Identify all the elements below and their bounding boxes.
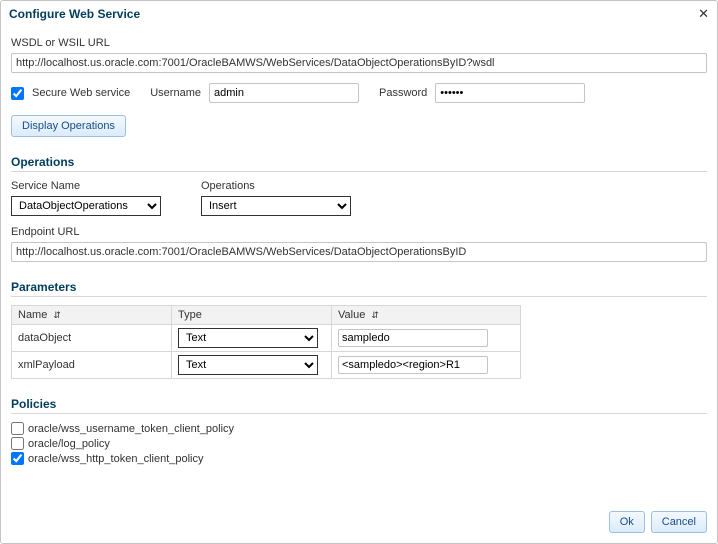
table-row: dataObject Text xyxy=(12,325,521,352)
policy-checkbox[interactable] xyxy=(11,452,24,465)
operations-select[interactable]: Insert xyxy=(201,196,351,216)
secure-row: Secure Web service Username Password xyxy=(11,83,707,103)
policy-label: oracle/log_policy xyxy=(28,438,110,450)
username-input[interactable] xyxy=(209,83,359,103)
wsdl-url-label: WSDL or WSIL URL xyxy=(11,37,707,49)
password-label: Password xyxy=(379,87,427,99)
endpoint-url-input[interactable] xyxy=(11,242,707,262)
dialog-body: WSDL or WSIL URL Secure Web service User… xyxy=(1,25,717,505)
sort-icon[interactable]: ⇵ xyxy=(53,310,61,321)
param-value-input[interactable] xyxy=(338,329,488,347)
display-operations-button[interactable]: Display Operations xyxy=(11,115,126,137)
policy-checkbox[interactable] xyxy=(11,437,24,450)
close-icon[interactable]: ✕ xyxy=(698,6,709,22)
policy-item: oracle/wss_http_token_client_policy xyxy=(11,452,707,465)
parameters-heading: Parameters xyxy=(11,280,707,294)
operations-heading: Operations xyxy=(11,155,707,169)
param-name-cell: dataObject xyxy=(12,325,172,352)
operations-label: Operations xyxy=(201,180,351,192)
policies-heading: Policies xyxy=(11,397,707,411)
col-name[interactable]: Name ⇵ xyxy=(12,306,172,325)
dialog-title: Configure Web Service xyxy=(9,7,140,21)
operations-selectors: Service Name DataObjectOperations Operat… xyxy=(11,180,707,216)
service-name-label: Service Name xyxy=(11,180,161,192)
dialog-footer: Ok Cancel xyxy=(1,505,717,543)
ok-button[interactable]: Ok xyxy=(609,511,645,533)
param-name-cell: xmlPayload xyxy=(12,352,172,379)
endpoint-url-label: Endpoint URL xyxy=(11,226,707,238)
policy-item: oracle/wss_username_token_client_policy xyxy=(11,422,707,435)
parameters-table: Name ⇵ Type Value ⇵ dataObject xyxy=(11,305,521,379)
cancel-button[interactable]: Cancel xyxy=(651,511,707,533)
param-type-select[interactable]: Text xyxy=(178,328,318,348)
policy-label: oracle/wss_username_token_client_policy xyxy=(28,423,234,435)
policy-label: oracle/wss_http_token_client_policy xyxy=(28,453,204,465)
policy-checkbox[interactable] xyxy=(11,422,24,435)
service-name-select[interactable]: DataObjectOperations xyxy=(11,196,161,216)
col-type[interactable]: Type xyxy=(172,306,332,325)
password-input[interactable] xyxy=(435,83,585,103)
secure-label: Secure Web service xyxy=(32,87,130,99)
secure-checkbox[interactable] xyxy=(11,87,24,100)
col-value[interactable]: Value ⇵ xyxy=(332,306,521,325)
policy-item: oracle/log_policy xyxy=(11,437,707,450)
param-type-select[interactable]: Text xyxy=(178,355,318,375)
sort-icon[interactable]: ⇵ xyxy=(371,310,379,321)
policy-list: oracle/wss_username_token_client_policy … xyxy=(11,422,707,465)
wsdl-url-input[interactable] xyxy=(11,53,707,73)
dialog-header: Configure Web Service ✕ xyxy=(1,1,717,25)
configure-web-service-dialog: Configure Web Service ✕ WSDL or WSIL URL… xyxy=(0,0,718,544)
username-label: Username xyxy=(150,87,201,99)
table-row: xmlPayload Text xyxy=(12,352,521,379)
param-value-input[interactable] xyxy=(338,356,488,374)
